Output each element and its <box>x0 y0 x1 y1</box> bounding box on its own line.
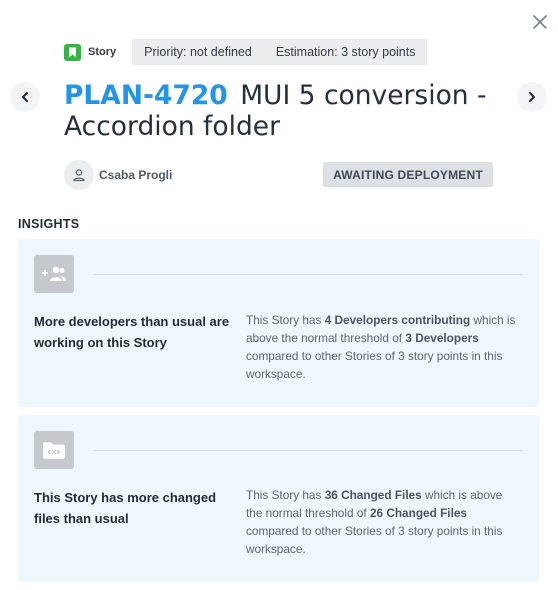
insight-heading: More developers than usual are working o… <box>34 314 230 350</box>
issue-type-tag: Story <box>64 43 117 61</box>
insight-heading: This Story has more changed files than u… <box>34 490 217 526</box>
assignee-name: Csaba Progli <box>99 168 173 182</box>
issue-type-label: Story <box>88 46 117 58</box>
insight-description: This Story has 4 Developers contributing… <box>246 313 516 381</box>
issue-tags: Story Priority: not defined Estimation: … <box>64 39 428 65</box>
close-button[interactable] <box>528 10 552 34</box>
estimation-chip[interactable]: Estimation: 3 story points <box>263 39 428 65</box>
chevron-left-icon <box>22 92 28 102</box>
chevron-right-icon <box>529 92 535 102</box>
priority-chip[interactable]: Priority: not defined <box>132 39 264 65</box>
folder-code-icon <box>34 431 74 469</box>
issue-key-link[interactable]: PLAN-4720 <box>64 80 228 111</box>
divider <box>93 450 523 451</box>
divider <box>93 274 523 275</box>
close-icon <box>533 15 547 29</box>
assignee[interactable]: Csaba Progli <box>64 160 172 190</box>
page-title: PLAN-4720 MUI 5 conversion - Accordion f… <box>64 80 504 142</box>
next-issue-button[interactable] <box>517 82 547 112</box>
person-icon <box>73 169 85 182</box>
insights-heading: INSIGHTS <box>18 217 80 231</box>
bookmark-icon <box>64 43 81 61</box>
insight-description: This Story has 36 Changed Files which is… <box>246 488 503 556</box>
avatar <box>64 160 94 190</box>
insight-card: More developers than usual are working o… <box>18 239 539 407</box>
group-add-icon <box>34 255 74 293</box>
insight-card: This Story has more changed files than u… <box>18 415 539 582</box>
status-badge[interactable]: AWAITING DEPLOYMENT <box>323 162 493 187</box>
previous-issue-button[interactable] <box>10 82 40 112</box>
